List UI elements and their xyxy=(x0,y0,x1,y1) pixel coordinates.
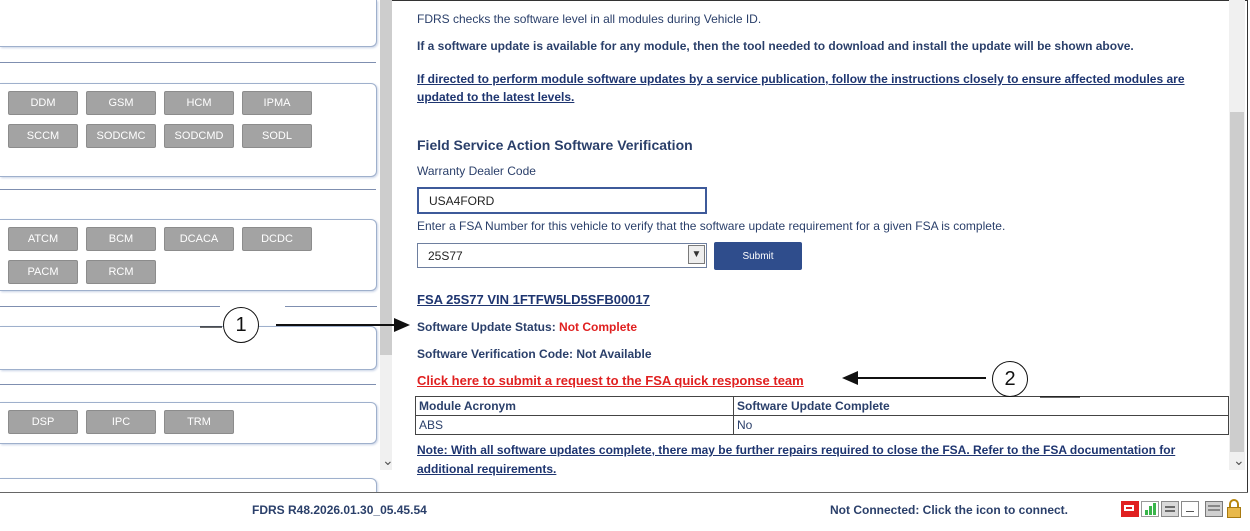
connection-status: Not Connected: Click the icon to connect… xyxy=(830,503,1069,517)
table-row: ABS No xyxy=(415,415,1229,435)
fsa-number-select[interactable]: 25S77 ▼ xyxy=(417,243,707,268)
fsa-note: Note: With all software updates complete… xyxy=(417,443,1175,476)
section-title: Field Service Action Software Verificati… xyxy=(417,137,693,153)
module-button-ipc[interactable]: IPC xyxy=(86,410,156,434)
right-scroll-down-icon[interactable]: ⌄ xyxy=(1233,452,1245,469)
module-button-ddm[interactable]: DDM xyxy=(8,91,78,115)
left-scroll-down-icon[interactable]: ⌄ xyxy=(382,452,394,469)
service-publication-line1: If directed to perform module software u… xyxy=(417,72,1185,86)
table-cell: ABS xyxy=(415,415,734,435)
module-button-sccm[interactable]: SCCM xyxy=(8,124,78,148)
module-button-sodcmc[interactable]: SODCMC xyxy=(86,124,156,148)
module-panel: DDM GSM HCM IPMA SCCM SODCMC SODCMD SODL ATCM BC… xyxy=(0,0,380,500)
table-header-row: Module Acronym Software Update Complete xyxy=(415,396,1229,416)
module-button-bcm[interactable]: BCM xyxy=(86,227,156,251)
right-scrollbar-thumb[interactable] xyxy=(1230,112,1244,452)
status-label: Software Update Status: xyxy=(417,320,560,334)
signal-strength-icon[interactable] xyxy=(1141,501,1159,517)
more-options-icon[interactable] xyxy=(1181,501,1199,517)
fsa-request-link[interactable]: Click here to submit a request to the FS… xyxy=(417,373,804,388)
service-publication-line2: updated to the latest levels. xyxy=(417,90,575,104)
intro-text: FDRS checks the software level in all mo… xyxy=(417,12,762,26)
table-header: Software Update Complete xyxy=(733,396,1229,416)
module-button-sodcmd[interactable]: SODCMD xyxy=(164,124,234,148)
module-button-dcdc[interactable]: DCDC xyxy=(242,227,312,251)
module-button-gsm[interactable]: GSM xyxy=(86,91,156,115)
vci-connect-icon[interactable] xyxy=(1121,501,1139,517)
module-button-hcm[interactable]: HCM xyxy=(164,91,234,115)
divider xyxy=(285,306,377,307)
keyboard-icon[interactable] xyxy=(1205,501,1223,517)
callout-2: 2 xyxy=(992,361,1028,397)
module-button-ipma[interactable]: IPMA xyxy=(242,91,312,115)
fsa-number-value: 25S77 xyxy=(428,248,463,263)
module-button-atcm[interactable]: ATCM xyxy=(8,227,78,251)
divider xyxy=(0,62,376,63)
table-header: Module Acronym xyxy=(415,396,734,416)
status-value: Not Complete xyxy=(559,320,638,334)
status-line: Software Update Status: Not Complete xyxy=(417,320,637,334)
submit-button[interactable]: Submit xyxy=(714,242,802,270)
dealer-code-label: Warranty Dealer Code xyxy=(417,164,536,178)
network-card-icon[interactable] xyxy=(1161,501,1179,517)
module-group-empty xyxy=(0,326,377,370)
right-scrollbar[interactable] xyxy=(1229,0,1245,470)
module-button-sodl[interactable]: SODL xyxy=(242,124,312,148)
callout-1: 1 xyxy=(223,307,259,343)
lock-icon[interactable] xyxy=(1227,499,1241,519)
divider xyxy=(0,306,220,307)
module-group-top xyxy=(0,0,377,47)
divider xyxy=(0,384,376,385)
note-line2: additional requirements. xyxy=(417,462,557,476)
module-button-trm[interactable]: TRM xyxy=(164,410,234,434)
dealer-code-value: USA4FORD xyxy=(429,193,495,208)
update-notice: If a software update is available for an… xyxy=(417,39,1134,53)
module-button-dcaca[interactable]: DCACA xyxy=(164,227,234,251)
fsa-heading-link[interactable]: FSA 25S77 VIN 1FTFW5LD5SFB00017 xyxy=(417,292,650,307)
divider xyxy=(0,189,376,190)
table-cell: No xyxy=(733,415,1229,435)
status-bar: FDRS R48.2026.01.30_05.45.54 Not Connect… xyxy=(0,492,1248,530)
module-table: Module Acronym Software Update Complete … xyxy=(415,396,1229,435)
service-publication-link[interactable]: If directed to perform module software u… xyxy=(417,72,1185,104)
dealer-code-input[interactable]: USA4FORD xyxy=(417,187,707,214)
module-button-dsp[interactable]: DSP xyxy=(8,410,78,434)
version-label: FDRS R48.2026.01.30_05.45.54 xyxy=(252,503,427,517)
module-button-pacm[interactable]: PACM xyxy=(8,260,78,284)
module-button-rcm[interactable]: RCM xyxy=(86,260,156,284)
fsa-prompt: Enter a FSA Number for this vehicle to v… xyxy=(417,219,1006,233)
verification-code: Software Verification Code: Not Availabl… xyxy=(417,347,652,361)
left-scrollbar-thumb[interactable] xyxy=(380,0,392,355)
left-scrollbar[interactable] xyxy=(380,0,392,470)
note-line1: Note: With all software updates complete… xyxy=(417,443,1176,457)
chevron-down-icon[interactable]: ▼ xyxy=(688,245,705,264)
